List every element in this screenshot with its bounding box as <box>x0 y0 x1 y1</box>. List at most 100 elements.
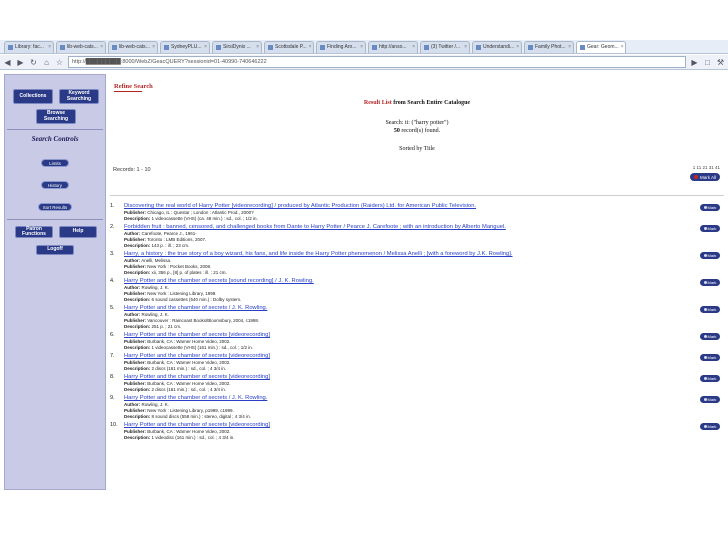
tab-close-icon[interactable]: × <box>621 42 624 53</box>
record-title-link[interactable]: Harry Potter and the chamber of secrets … <box>124 278 314 284</box>
mark-icon <box>703 308 707 311</box>
home-icon[interactable]: ⌂ <box>42 58 51 67</box>
record-detail-line: Description: 2 discs (161 min.) : sd., c… <box>124 366 226 371</box>
mark-label: Mark <box>707 376 717 381</box>
mark-icon <box>703 335 707 338</box>
mark-label: Mark <box>707 307 717 312</box>
mark-button[interactable]: Mark <box>700 279 720 286</box>
record-title-link[interactable]: Harry Potter and the chamber of secrets … <box>124 374 270 380</box>
record-detail-line: Description: xii, 356 p., [8] p. of plat… <box>124 270 227 275</box>
tools-wrench-icon[interactable]: ⚒ <box>716 58 725 67</box>
browser-tab[interactable]: Understandi... × <box>472 41 522 53</box>
refine-search-link[interactable]: Refine Search <box>114 83 153 90</box>
browser-tab[interactable]: http://anso... × <box>368 41 418 53</box>
mark-button[interactable]: Mark <box>700 333 720 340</box>
record-number: 3. <box>110 251 115 257</box>
record-field-value: Chicago, IL : Questar ; London : Atlanti… <box>146 210 254 215</box>
forward-icon[interactable]: ▶ <box>16 58 25 67</box>
browser-tab[interactable]: Library: fac... × <box>4 41 54 53</box>
tab-close-icon[interactable]: × <box>464 42 467 53</box>
mark-all-button[interactable]: Mark All <box>690 173 720 181</box>
browser-tab[interactable]: lib-web-cats... × <box>108 41 158 53</box>
patron-functions-button[interactable]: Patron Functions <box>15 226 53 238</box>
record-title-link[interactable]: Harry Potter and the chamber of secrets … <box>124 332 270 338</box>
record-title-link[interactable]: Harry Potter and the chamber of secrets … <box>124 305 267 311</box>
record-detail-line: Description: 1 videodisc (161 min.) : sd… <box>124 435 235 440</box>
browse-searching-button[interactable]: Browse Searching <box>36 109 76 124</box>
record-field-value: 2 discs (161 min.) : sd., col. ; 4 3/4 i… <box>150 366 227 371</box>
record-title-link[interactable]: Harry Potter and the chamber of secrets … <box>124 395 267 401</box>
result-list-label: Result List <box>363 100 392 106</box>
play-icon[interactable]: ▶ <box>690 58 699 67</box>
tab-label: Finding Aro... <box>327 44 357 50</box>
browser-tab[interactable]: lib-web-cats... × <box>56 41 106 53</box>
address-bar[interactable]: http://█████████:8000/WebZ/GeacQUERY?ses… <box>68 56 686 68</box>
record-field-label: Publisher: <box>124 291 147 296</box>
page-links[interactable]: 1 11 21 31 41 <box>693 165 720 170</box>
mark-button[interactable]: Mark <box>700 375 720 382</box>
record-field-label: Description: <box>124 216 151 221</box>
tab-close-icon[interactable]: × <box>568 42 571 53</box>
results-content: Refine Search Result List from Search En… <box>110 71 724 490</box>
tab-close-icon[interactable]: × <box>204 42 207 53</box>
bookmark-star-icon[interactable]: ☆ <box>55 58 64 67</box>
sort-results-button[interactable]: Sort Results <box>38 203 72 211</box>
tab-favicon-icon <box>580 45 585 50</box>
tab-close-icon[interactable]: × <box>48 42 51 53</box>
tab-close-icon[interactable]: × <box>516 42 519 53</box>
logoff-button[interactable]: Logoff <box>36 245 74 255</box>
limits-button[interactable]: Limits <box>41 159 69 167</box>
history-button[interactable]: History <box>41 181 69 189</box>
record-field-value: 1 videodisc (161 min.) : sd., col. ; 4 3… <box>150 435 235 440</box>
mark-button[interactable]: Mark <box>700 396 720 403</box>
mark-icon <box>703 227 707 230</box>
mark-button[interactable]: Mark <box>700 204 720 211</box>
page-menu-icon[interactable]: □ <box>703 58 712 67</box>
collections-button[interactable]: Collections <box>13 89 53 104</box>
record-title-link[interactable]: Harry Potter and the chamber of secrets … <box>124 353 270 359</box>
record-detail-line: Description: 2 discs (161 min.) : sd., c… <box>124 387 226 392</box>
reload-icon[interactable]: ↻ <box>29 58 38 67</box>
browser-tab[interactable]: Family Phot... × <box>524 41 574 53</box>
record-number: 9. <box>110 395 115 401</box>
record-detail-line: Description: 6 sound cassettes (540 min.… <box>124 297 241 302</box>
mark-button[interactable]: Mark <box>700 423 720 430</box>
record-field-value: New York : Listening Library, 1999. <box>146 291 217 296</box>
mark-button[interactable]: Mark <box>700 354 720 361</box>
browser-tab[interactable]: Gear: Geom... × <box>576 41 626 53</box>
record-title-link[interactable]: Harry, a history : the true story of a b… <box>124 251 512 257</box>
record-detail-line: Description: 8 sound discs (558 min.) : … <box>124 414 251 419</box>
tab-close-icon[interactable]: × <box>256 42 259 53</box>
tab-label: Scottsdale P... <box>275 44 307 50</box>
tab-close-icon[interactable]: × <box>152 42 155 53</box>
record-title-link[interactable]: Forbidden fruit : banned, censored, and … <box>124 224 506 230</box>
record-detail-line: Publisher: Toronto : LMB Editions, 2007. <box>124 237 206 242</box>
record-number: 10. <box>110 422 118 428</box>
record-field-value: Burbank, CA : Warner Home Video, 2002. <box>146 339 231 344</box>
mark-button[interactable]: Mark <box>700 225 720 232</box>
tab-favicon-icon <box>60 45 65 50</box>
mark-label: Mark <box>707 253 717 258</box>
record-field-value: Toronto : LMB Editions, 2007. <box>146 237 207 242</box>
mark-label: Mark <box>707 334 717 339</box>
record-number: 8. <box>110 374 115 380</box>
browser-tab[interactable]: Finding Aro... × <box>316 41 366 53</box>
record-title-link[interactable]: Discovering the real world of Harry Pott… <box>124 203 476 209</box>
tab-close-icon[interactable]: × <box>360 42 363 53</box>
records-range: Records: 1 - 10 <box>113 167 151 173</box>
mark-button[interactable]: Mark <box>700 252 720 259</box>
tab-close-icon[interactable]: × <box>100 42 103 53</box>
mark-button[interactable]: Mark <box>700 306 720 313</box>
browser-tab[interactable]: (3) Twitter /... × <box>420 41 470 53</box>
back-icon[interactable]: ◀ <box>3 58 12 67</box>
browser-tab[interactable]: SydneyPLU... × <box>160 41 210 53</box>
keyword-searching-button[interactable]: Keyword Searching <box>59 89 99 104</box>
browser-tab[interactable]: SirsiDynix ... × <box>212 41 262 53</box>
record-title-link[interactable]: Harry Potter and the chamber of secrets … <box>124 422 270 428</box>
record-field-value: Rowling, J. K. <box>140 402 170 407</box>
browser-tab[interactable]: Scottsdale P... × <box>264 41 314 53</box>
tab-close-icon[interactable]: × <box>309 42 312 53</box>
help-button[interactable]: Help <box>59 226 97 238</box>
record-field-value: 143 p. : ill. ; 23 cm. <box>150 243 190 248</box>
tab-close-icon[interactable]: × <box>412 42 415 53</box>
